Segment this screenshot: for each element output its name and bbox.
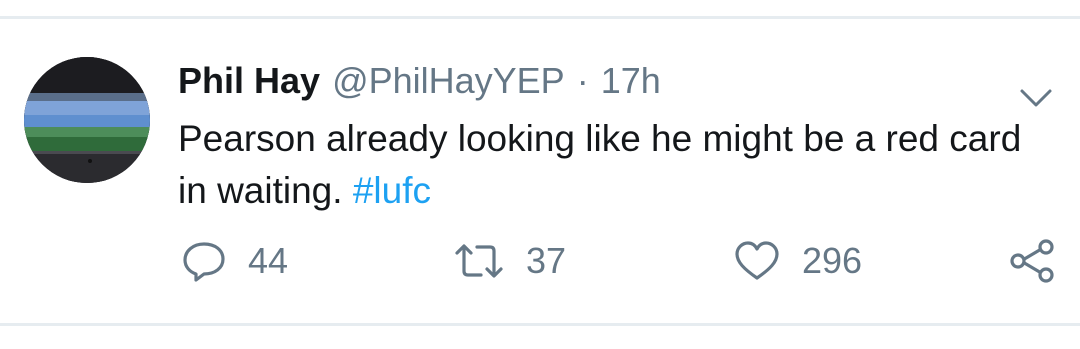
tweet-card[interactable]: Phil Hay @PhilHayYEP · 17h Pearson alrea… xyxy=(0,19,1080,323)
retweet-count: 37 xyxy=(526,240,567,281)
retweet-icon xyxy=(455,244,503,278)
hashtag-link[interactable]: #lufc xyxy=(353,170,431,211)
tweet-header: Phil Hay @PhilHayYEP · 17h xyxy=(178,59,661,103)
share-button[interactable] xyxy=(1008,238,1056,284)
tweet-text: Pearson already looking like he might be… xyxy=(178,113,1058,217)
avatar[interactable] xyxy=(24,57,150,183)
more-options-button[interactable] xyxy=(1018,85,1054,111)
author-handle[interactable]: @PhilHayYEP xyxy=(332,59,565,103)
like-button[interactable]: 296 xyxy=(734,238,862,284)
heart-icon xyxy=(735,241,779,280)
reply-button[interactable]: 44 xyxy=(182,238,288,284)
reply-count: 44 xyxy=(248,240,289,281)
reply-icon xyxy=(183,242,225,282)
tweet-timestamp[interactable]: 17h xyxy=(601,59,661,103)
header-separator: · xyxy=(576,60,589,101)
like-count: 296 xyxy=(802,240,863,281)
avatar-image xyxy=(24,57,150,183)
chevron-down-icon xyxy=(1020,89,1052,107)
retweet-button[interactable]: 37 xyxy=(454,238,566,284)
bottom-divider xyxy=(0,323,1080,326)
tweet-actions: 44 37 296 xyxy=(0,238,1080,284)
tweet-body: Pearson already looking like he might be… xyxy=(178,118,1022,211)
share-icon xyxy=(1010,239,1054,283)
author-name[interactable]: Phil Hay xyxy=(178,59,320,103)
